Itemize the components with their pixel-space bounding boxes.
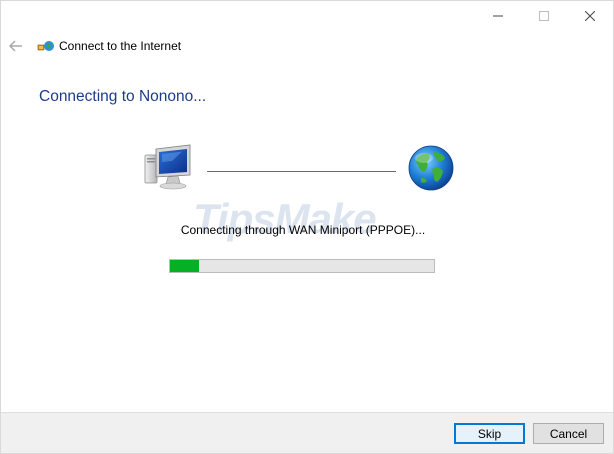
- minimize-icon: [493, 15, 503, 17]
- progress-bar-fill: [170, 260, 200, 272]
- computer-monitor-icon: [144, 144, 191, 190]
- page-heading: Connecting to Nonono...: [39, 88, 207, 105]
- dialog-footer: Skip Cancel: [1, 412, 613, 453]
- minimize-button[interactable]: [475, 1, 521, 31]
- globe-icon: [408, 145, 454, 191]
- skip-button[interactable]: Skip: [454, 423, 525, 444]
- close-icon: [585, 11, 595, 21]
- maximize-button[interactable]: [521, 1, 567, 31]
- back-arrow-icon: [9, 40, 22, 52]
- close-button[interactable]: [567, 1, 613, 31]
- connection-status-text: Connecting through WAN Miniport (PPPOE).…: [180, 223, 426, 237]
- caption-buttons: [475, 1, 613, 31]
- cancel-button[interactable]: Cancel: [533, 423, 604, 444]
- connection-line: [207, 171, 396, 172]
- maximize-icon: [539, 11, 549, 21]
- window-title: Connect to the Internet: [59, 39, 182, 53]
- connect-dialog: Connect to the Internet Connecting to No…: [0, 0, 614, 454]
- network-globe-icon: [37, 41, 54, 51]
- back-button[interactable]: [7, 37, 25, 55]
- connection-progress-bar: [169, 259, 435, 273]
